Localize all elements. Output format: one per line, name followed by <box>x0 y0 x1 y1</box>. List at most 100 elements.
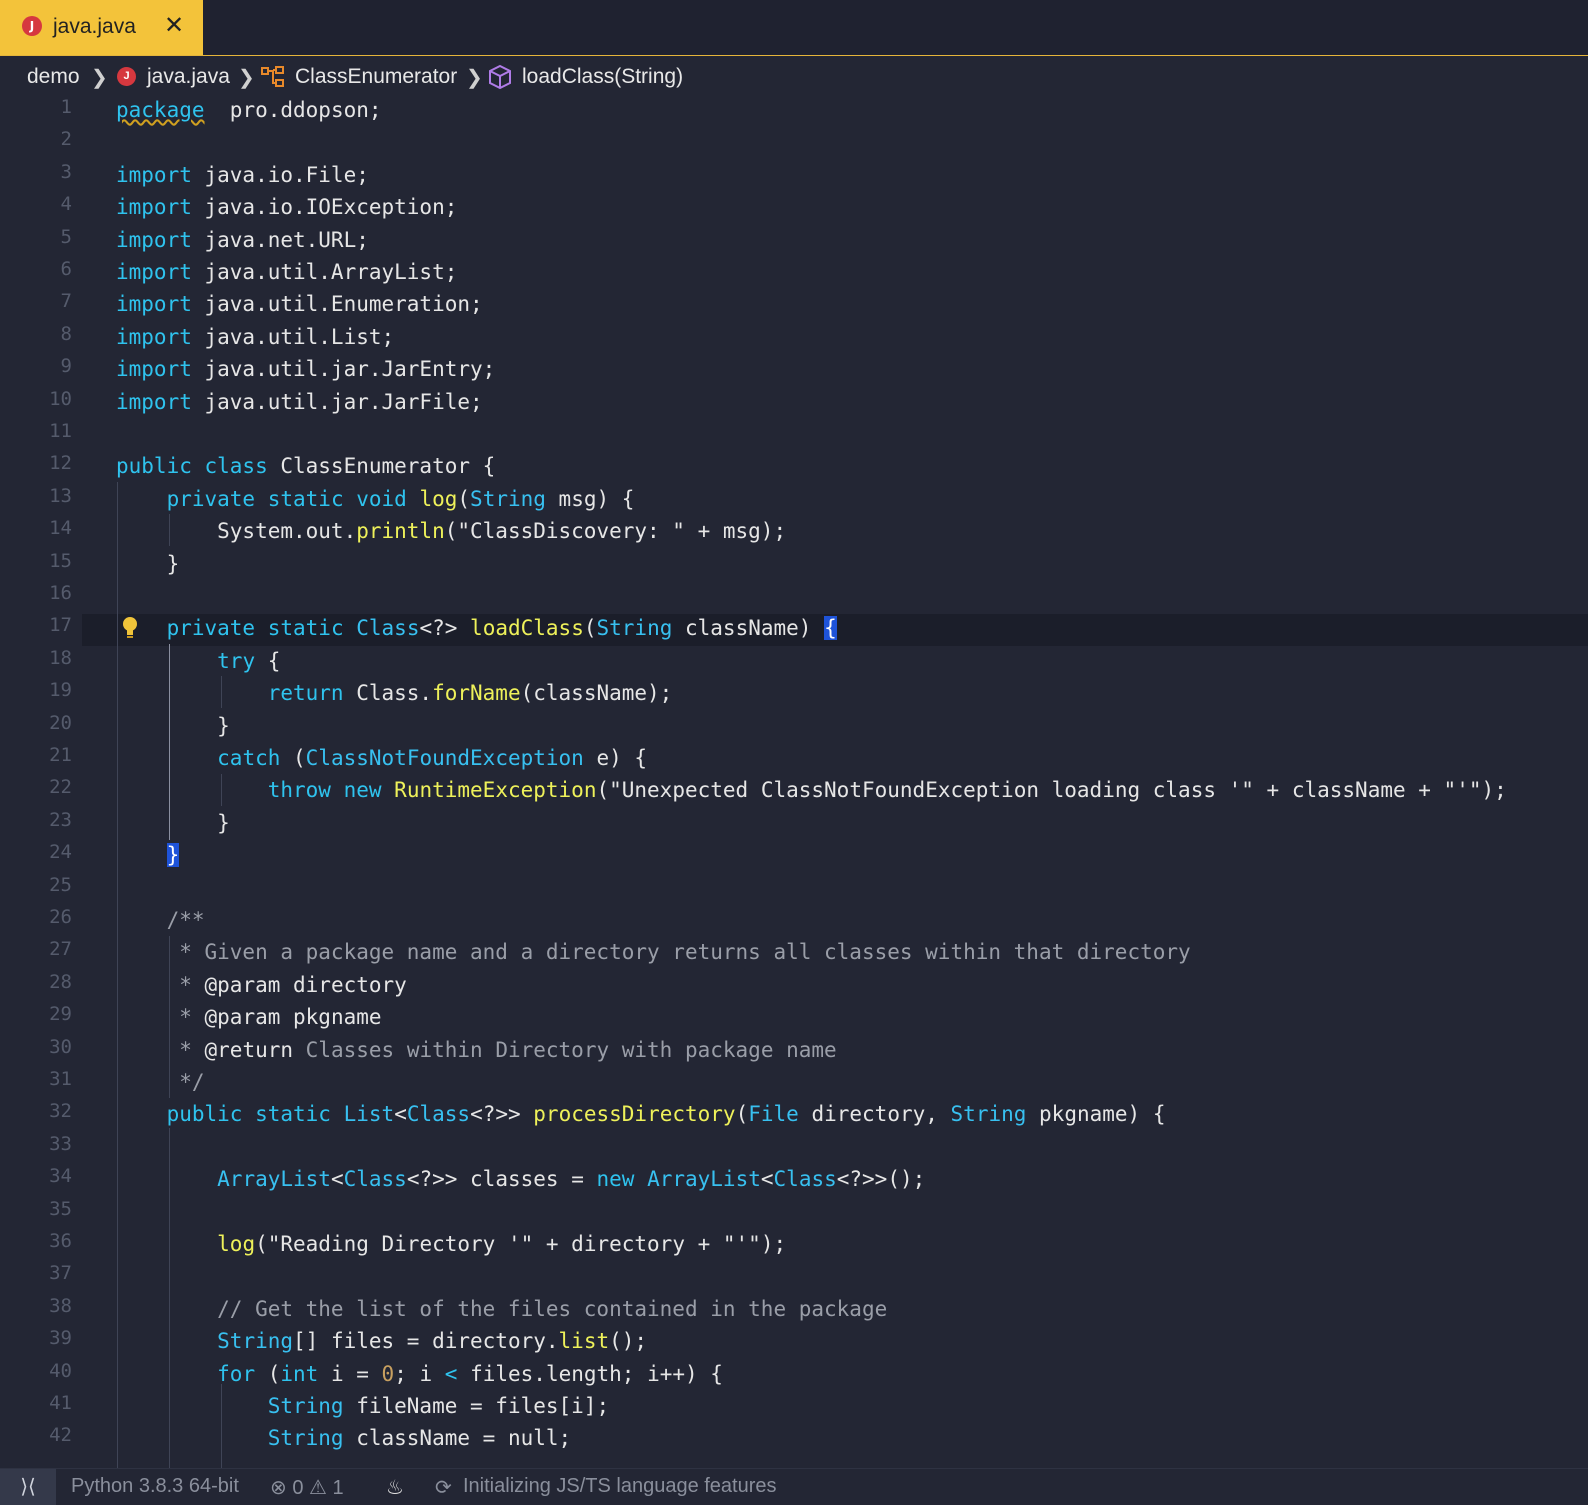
code-token: ClassNotFoundException <box>305 746 584 770</box>
code-token: <?> <box>419 616 471 641</box>
code-line: String[] files = directory.list(); <box>116 1325 647 1357</box>
line-number: 22 <box>49 776 72 799</box>
code-token: String <box>267 1394 344 1418</box>
code-line: * @param directory <box>116 969 407 1001</box>
code-token: String <box>470 486 546 511</box>
line-number: 15 <box>49 549 72 572</box>
flame-icon[interactable]: ♨ <box>386 1475 404 1500</box>
line-number: 18 <box>49 646 72 669</box>
code-line: ArrayList<Class<?>> classes = new ArrayL… <box>116 1163 925 1195</box>
code-token: File <box>748 1102 799 1127</box>
code-token: java.util.Enumeration; <box>191 292 483 317</box>
code-token: java.util.jar.JarFile; <box>191 389 483 414</box>
code-token: // Get the list of the files contained i… <box>116 1296 888 1321</box>
remote-icon[interactable]: ⟩⟨ <box>0 1469 56 1505</box>
line-number: 7 <box>60 290 72 313</box>
code-token: @param directory <box>204 972 407 997</box>
status-bar: ⟩⟨ Python 3.8.3 64-bit ⊗ 0 ⚠ 1 ♨ ⟳ Initi… <box>0 1468 1588 1505</box>
code-token: } <box>116 810 230 835</box>
code-token: import <box>116 357 192 382</box>
code-token: log <box>419 486 458 511</box>
code-line: for (int i = 0; i < files.length; i++) { <box>116 1358 723 1390</box>
breadcrumb-item-class[interactable]: ClassEnumerator <box>295 65 457 89</box>
code-line: log("Reading Directory '" + directory + … <box>116 1228 786 1260</box>
tab-java-java[interactable]: J java.java ✕ <box>0 0 203 55</box>
code-token: <?>>(); <box>836 1167 926 1192</box>
code-token: java.io.IOException; <box>191 195 458 220</box>
line-number: 6 <box>60 258 72 280</box>
class-icon <box>261 66 284 87</box>
code-token: java.util.ArrayList; <box>191 260 458 284</box>
code-token: pro.ddopson; <box>204 98 382 122</box>
line-number: 21 <box>49 744 72 766</box>
line-number: 36 <box>49 1230 72 1252</box>
code-token: } <box>116 551 180 576</box>
breadcrumb-item-demo[interactable]: demo <box>27 65 80 89</box>
code-token: ("Reading Directory '" + directory + "'"… <box>255 1232 787 1256</box>
code-token: import <box>116 292 192 317</box>
code-token: try <box>217 648 256 673</box>
code-token: ( <box>583 616 597 641</box>
tab-bar: J java.java ✕ <box>0 0 1588 56</box>
code-token: processDirectory <box>533 1102 736 1127</box>
code-line: import java.util.jar.JarFile; <box>116 386 483 418</box>
code-token: println <box>356 519 445 544</box>
code-line: String className = null; <box>116 1422 571 1454</box>
line-number: 23 <box>49 808 72 831</box>
code-token: className) <box>672 616 825 641</box>
code-token: java.util.jar.JarEntry; <box>191 357 496 382</box>
code-token: java.io.File; <box>191 162 369 187</box>
code-token: ( <box>457 486 471 511</box>
line-number: 38 <box>49 1294 72 1317</box>
close-icon[interactable]: ✕ <box>164 11 184 39</box>
code-line: throw new RuntimeException("Unexpected C… <box>116 774 1507 806</box>
code-token: Class <box>356 616 420 641</box>
code-editor[interactable]: 1 2 3 4 5 6 7 8 9 10 11 12 13 14 15 16 17 18 19 20 21 22 23 24 2… <box>0 94 1588 1468</box>
code-token: @param pkgname <box>204 1005 382 1030</box>
error-count: 0 <box>292 1477 304 1499</box>
tab-label: java.java <box>53 15 136 38</box>
line-number: 34 <box>49 1165 72 1188</box>
breadcrumb-item-file[interactable]: java.java <box>147 65 230 89</box>
code-token: return <box>267 681 344 706</box>
code-token: System.out. <box>116 519 357 544</box>
code-line: try { <box>116 645 280 677</box>
code-token: RuntimeException <box>394 778 597 803</box>
line-number: 17 <box>49 614 72 637</box>
code-token: for <box>217 1361 256 1386</box>
line-number: 10 <box>49 387 72 410</box>
line-number: 27 <box>49 938 72 961</box>
code-token: pkgname) { <box>1026 1102 1166 1127</box>
problems-indicator[interactable]: ⊗ 0 ⚠ 1 <box>270 1475 344 1500</box>
code-line: private static void log(String msg) { <box>116 483 635 515</box>
code-line: catch (ClassNotFoundException e) { <box>116 742 647 774</box>
code-token: */ <box>116 1070 205 1094</box>
code-token: 0 <box>381 1361 395 1386</box>
line-number: 40 <box>49 1359 72 1382</box>
code-token: e) { <box>583 746 648 770</box>
line-number: 24 <box>49 841 72 864</box>
breadcrumb-item-method[interactable]: loadClass(String) <box>522 65 683 89</box>
code-line: private static Class<?> loadClass(String… <box>116 612 837 644</box>
code-token: List <box>343 1102 395 1127</box>
line-number: 39 <box>49 1327 72 1350</box>
code-line: */ <box>116 1066 205 1098</box>
python-interpreter[interactable]: Python 3.8.3 64-bit <box>71 1475 239 1498</box>
line-number: 20 <box>49 711 72 734</box>
code-line: import java.io.IOException; <box>116 191 457 223</box>
warning-count: 1 <box>332 1477 344 1499</box>
code-token: (className); <box>520 681 673 706</box>
code-token: * <box>116 972 205 997</box>
code-token: @return <box>204 1037 294 1062</box>
code-line: } <box>116 710 230 742</box>
code-token: <?>> <box>470 1102 534 1127</box>
code-token: < <box>444 1361 458 1386</box>
line-number: 37 <box>49 1262 72 1285</box>
